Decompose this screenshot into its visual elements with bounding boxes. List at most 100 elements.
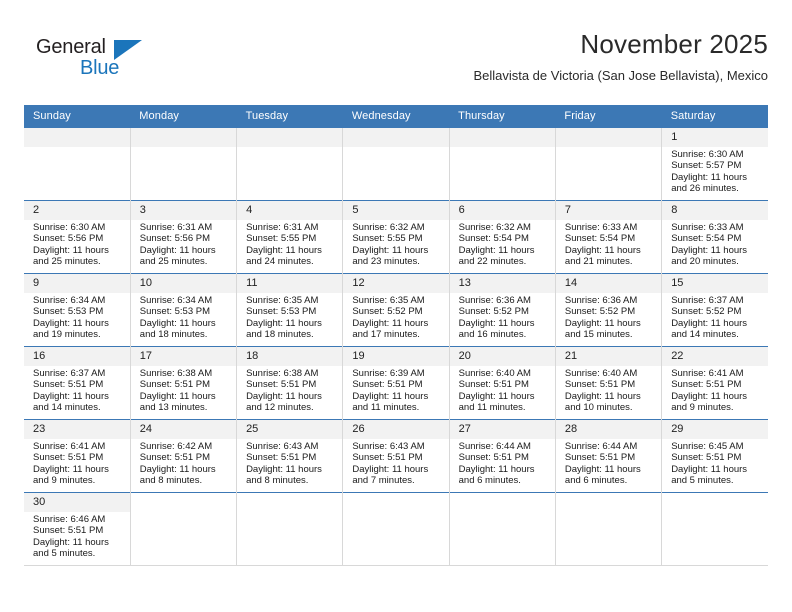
calendar-day-cell[interactable]: 9 Sunrise: 6:34 AM Sunset: 5:53 PM Daylight…: [24, 273, 131, 347]
calendar-day-cell[interactable]: 23 Sunrise: 6:41 AM Sunset: 5:51 PM Dayligh…: [24, 419, 131, 493]
daylight-duration-line1: Daylight: 11 hours: [458, 244, 535, 256]
calendar-cell-inner: 25 Sunrise: 6:43 AM Sunset: 5:51 PM Dayligh…: [237, 420, 343, 492]
sunrise-time: Sunrise: 6:43 AM: [246, 441, 319, 452]
calendar-day-cell[interactable]: 18 Sunrise: 6:38 AM Sunset: 5:51 PM Dayligh…: [236, 346, 343, 420]
daylight-duration-line1: Daylight: 11 hours: [564, 390, 641, 402]
calendar-cell-inner: [555, 128, 662, 200]
calendar-day-cell[interactable]: 10 Sunrise: 6:34 AM Sunset: 5:53 PM Dayligh…: [129, 273, 237, 347]
calendar-day-cell[interactable]: 8 Sunrise: 6:33 AM Sunset: 5:54 PM Daylight…: [661, 200, 768, 274]
calendar-cell-inner: 26 Sunrise: 6:43 AM Sunset: 5:51 PM Dayligh…: [343, 420, 449, 492]
daylight-duration-line2: and 18 minutes.: [246, 329, 314, 341]
sunset-time: Sunset: 5:51 PM: [352, 379, 423, 391]
calendar-week-row: 23 Sunrise: 6:41 AM Sunset: 5:51 PM Dayligh…: [24, 419, 768, 493]
daylight-duration-line2: and 9 minutes.: [33, 475, 96, 487]
day-details: Sunrise: 6:44 AM Sunset: 5:51 PM Daylight:…: [556, 439, 661, 487]
calendar-day-cell[interactable]: 6 Sunrise: 6:32 AM Sunset: 5:54 PM Daylight…: [448, 200, 556, 274]
day-number: 26: [343, 420, 449, 439]
sunset-time: Sunset: 5:51 PM: [564, 452, 636, 464]
calendar-cell-inner: 17 Sunrise: 6:38 AM Sunset: 5:51 PM Dayligh…: [130, 347, 237, 419]
calendar-day-cell[interactable]: 13 Sunrise: 6:36 AM Sunset: 5:52 PM Dayligh…: [448, 273, 556, 347]
calendar-day-cell[interactable]: 7 Sunrise: 6:33 AM Sunset: 5:54 PM Daylight…: [554, 200, 662, 274]
calendar-cell-inner: 5 Sunrise: 6:32 AM Sunset: 5:55 PM Daylight…: [343, 201, 449, 273]
day-details: Sunrise: 6:46 AM Sunset: 5:51 PM Daylight:…: [24, 512, 130, 560]
calendar-cell-inner: 10 Sunrise: 6:34 AM Sunset: 5:53 PM Dayligh…: [130, 274, 237, 346]
daylight-duration-line1: Daylight: 11 hours: [671, 171, 748, 183]
calendar-cell-inner: [24, 128, 130, 200]
daylight-duration-line1: Daylight: 11 hours: [33, 317, 109, 329]
sunset-time: Sunset: 5:53 PM: [139, 306, 211, 318]
day-details: Sunrise: 6:43 AM Sunset: 5:51 PM Daylight:…: [237, 439, 342, 487]
calendar-day-cell[interactable]: 17 Sunrise: 6:38 AM Sunset: 5:51 PM Dayligh…: [129, 346, 237, 420]
daylight-duration-line1: Daylight: 11 hours: [33, 390, 109, 402]
calendar-day-cell[interactable]: 30 Sunrise: 6:46 AM Sunset: 5:51 PM Dayligh…: [24, 492, 131, 566]
day-details: Sunrise: 6:39 AM Sunset: 5:51 PM Daylight:…: [343, 366, 448, 414]
calendar-cell-inner: 3 Sunrise: 6:31 AM Sunset: 5:56 PM Daylight…: [130, 201, 237, 273]
daylight-duration-line1: Daylight: 11 hours: [139, 244, 216, 256]
calendar-week-row: 30 Sunrise: 6:46 AM Sunset: 5:51 PM Dayligh…: [24, 492, 768, 566]
day-details: Sunrise: 6:37 AM Sunset: 5:51 PM Daylight:…: [24, 366, 130, 414]
calendar-day-cell[interactable]: 20 Sunrise: 6:40 AM Sunset: 5:51 PM Dayligh…: [448, 346, 556, 420]
sunrise-time: Sunrise: 6:34 AM: [33, 295, 106, 306]
calendar-cell-inner: 28 Sunrise: 6:44 AM Sunset: 5:51 PM Dayligh…: [555, 420, 662, 492]
day-number: 4: [237, 201, 343, 220]
calendar-cell-inner: 18 Sunrise: 6:38 AM Sunset: 5:51 PM Dayligh…: [237, 347, 343, 419]
calendar-cell-blank: [554, 492, 662, 566]
calendar-day-cell[interactable]: 26 Sunrise: 6:43 AM Sunset: 5:51 PM Dayligh…: [342, 419, 450, 493]
daylight-duration-line1: Daylight: 11 hours: [246, 244, 322, 256]
daylight-duration-line2: and 5 minutes.: [671, 475, 734, 487]
sunrise-time: Sunrise: 6:44 AM: [564, 441, 638, 452]
daylight-duration-line2: and 14 minutes.: [33, 402, 101, 414]
calendar-day-cell[interactable]: 24 Sunrise: 6:42 AM Sunset: 5:51 PM Dayligh…: [129, 419, 237, 493]
calendar-day-cell[interactable]: 29 Sunrise: 6:45 AM Sunset: 5:51 PM Dayligh…: [661, 419, 768, 493]
calendar-day-cell[interactable]: 16 Sunrise: 6:37 AM Sunset: 5:51 PM Dayligh…: [24, 346, 131, 420]
calendar-day-cell[interactable]: 12 Sunrise: 6:35 AM Sunset: 5:52 PM Dayligh…: [342, 273, 450, 347]
sunset-time: Sunset: 5:51 PM: [671, 379, 742, 391]
day-number: 5: [343, 201, 449, 220]
weekday-header-saturday: Saturday: [670, 110, 716, 122]
day-number: 11: [237, 274, 343, 293]
sunrise-time: Sunrise: 6:37 AM: [671, 295, 744, 306]
calendar-day-cell[interactable]: 2 Sunrise: 6:30 AM Sunset: 5:56 PM Daylight…: [24, 200, 131, 274]
calendar-cell-empty: [448, 127, 556, 201]
sunset-time: Sunset: 5:51 PM: [246, 452, 317, 464]
sunset-time: Sunset: 5:51 PM: [246, 379, 317, 391]
calendar-day-cell[interactable]: 27 Sunrise: 6:44 AM Sunset: 5:51 PM Dayligh…: [448, 419, 556, 493]
calendar-day-cell[interactable]: 3 Sunrise: 6:31 AM Sunset: 5:56 PM Daylight…: [129, 200, 237, 274]
day-number: 6: [449, 201, 555, 220]
calendar-cell-inner: 29 Sunrise: 6:45 AM Sunset: 5:51 PM Dayligh…: [662, 420, 768, 492]
sunset-time: Sunset: 5:56 PM: [33, 233, 104, 245]
day-number-empty: [449, 128, 555, 147]
sunset-time: Sunset: 5:51 PM: [139, 379, 211, 391]
sunset-time: Sunset: 5:52 PM: [352, 306, 423, 318]
day-details: Sunrise: 6:31 AM Sunset: 5:56 PM Daylight:…: [131, 220, 236, 268]
calendar-day-cell[interactable]: 5 Sunrise: 6:32 AM Sunset: 5:55 PM Daylight…: [342, 200, 450, 274]
calendar-day-cell[interactable]: 15 Sunrise: 6:37 AM Sunset: 5:52 PM Dayligh…: [661, 273, 768, 347]
calendar-day-cell[interactable]: 19 Sunrise: 6:39 AM Sunset: 5:51 PM Dayligh…: [342, 346, 450, 420]
daylight-duration-line2: and 8 minutes.: [139, 475, 203, 487]
daylight-duration-line2: and 23 minutes.: [352, 256, 420, 268]
calendar-day-cell[interactable]: 22 Sunrise: 6:41 AM Sunset: 5:51 PM Dayligh…: [661, 346, 768, 420]
calendar-day-cell[interactable]: 25 Sunrise: 6:43 AM Sunset: 5:51 PM Dayligh…: [236, 419, 343, 493]
calendar-day-cell[interactable]: 21 Sunrise: 6:40 AM Sunset: 5:51 PM Dayligh…: [554, 346, 662, 420]
calendar-day-cell[interactable]: 14 Sunrise: 6:36 AM Sunset: 5:52 PM Dayligh…: [554, 273, 662, 347]
calendar-day-cell[interactable]: 4 Sunrise: 6:31 AM Sunset: 5:55 PM Daylight…: [236, 200, 343, 274]
logo-text-general: General: [36, 36, 106, 58]
weekday-header-sunday: Sunday: [33, 110, 71, 122]
calendar-cell-inner: 30 Sunrise: 6:46 AM Sunset: 5:51 PM Dayligh…: [24, 493, 130, 565]
weekday-header-row: Sunday Monday Tuesday Wednesday Thursday…: [24, 105, 768, 128]
calendar-cell-inner: 2 Sunrise: 6:30 AM Sunset: 5:56 PM Daylight…: [24, 201, 130, 273]
calendar-week-row: 2 Sunrise: 6:30 AM Sunset: 5:56 PM Daylight…: [24, 200, 768, 274]
sunset-time: Sunset: 5:57 PM: [671, 160, 742, 172]
sunrise-time: Sunrise: 6:32 AM: [458, 222, 531, 233]
day-number: 27: [449, 420, 555, 439]
sunrise-time: Sunrise: 6:33 AM: [671, 222, 744, 233]
daylight-duration-line1: Daylight: 11 hours: [352, 244, 429, 256]
calendar-cell-inner: 13 Sunrise: 6:36 AM Sunset: 5:52 PM Dayligh…: [449, 274, 555, 346]
calendar-day-cell[interactable]: 1 Sunrise: 6:30 AM Sunset: 5:57 PM Daylight…: [661, 127, 768, 201]
calendar-day-cell[interactable]: 28 Sunrise: 6:44 AM Sunset: 5:51 PM Dayligh…: [554, 419, 662, 493]
calendar-day-cell[interactable]: 11 Sunrise: 6:35 AM Sunset: 5:53 PM Dayligh…: [236, 273, 343, 347]
sunrise-time: Sunrise: 6:35 AM: [352, 295, 425, 306]
daylight-duration-line2: and 22 minutes.: [458, 256, 527, 268]
day-number: 24: [130, 420, 237, 439]
calendar-week-row: 1 Sunrise: 6:30 AM Sunset: 5:57 PM Daylight…: [24, 127, 768, 201]
